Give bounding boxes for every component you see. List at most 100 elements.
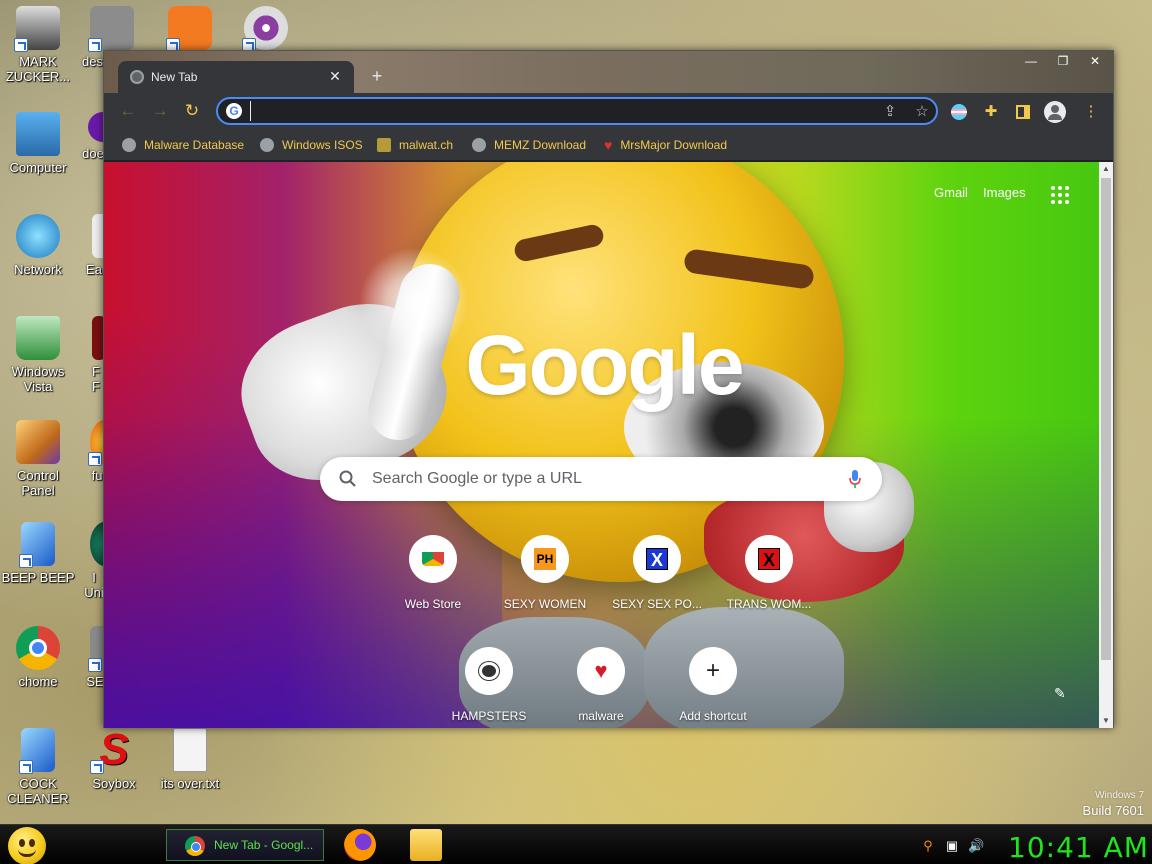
se-shortcut-icon (88, 626, 104, 672)
recycle-bin-icon (16, 316, 60, 360)
tab-close-button[interactable]: ✕ (326, 67, 344, 85)
tab-new-tab[interactable]: New Tab ✕ (118, 61, 354, 93)
bookmark-malwatch[interactable]: malwat.ch (377, 137, 453, 153)
customize-pencil-icon[interactable]: ✎ (1054, 685, 1070, 701)
search-icon (339, 470, 356, 487)
shortcut-sexy-women[interactable]: PH SEXY WOMEN (489, 535, 601, 611)
bookmarks-bar: Malware Database Windows ISOS malwat.ch … (104, 129, 1113, 161)
globe-icon (122, 138, 136, 152)
desktop-icon-network[interactable]: Network (0, 214, 76, 277)
address-bar[interactable]: G ⇪ ☆ (216, 97, 938, 125)
share-icon[interactable]: ⇪ (880, 102, 900, 122)
google-apps-icon[interactable] (1051, 186, 1069, 204)
desktop-icon-ea[interactable]: Ea (74, 214, 104, 277)
control-panel-icon (16, 420, 60, 464)
gmail-link[interactable]: Gmail (934, 185, 968, 200)
extensions-puzzle-icon[interactable]: ✚ (980, 101, 1002, 123)
desktop-icon-xampp[interactable] (152, 6, 228, 54)
tray-search-icon[interactable]: ⚲ (920, 838, 936, 854)
x-site-icon-blue: X (633, 535, 681, 583)
windows-build-watermark: Windows 7 Build 7601 (1082, 790, 1144, 818)
taskbar: New Tab - Googl... ⚲ ▣ 🔊 10:41 AM (0, 824, 1152, 864)
desktop-icon-computer[interactable]: Computer (0, 112, 76, 175)
desktop-icon-fu[interactable]: fu (74, 420, 104, 483)
desktop-icon-windows-vista[interactable]: Windows Vista (0, 316, 76, 394)
google-g-icon: G (226, 103, 242, 119)
network-icon (16, 214, 60, 258)
scroll-thumb[interactable] (1101, 178, 1111, 660)
forward-button[interactable]: → (148, 100, 172, 122)
bookmark-mrsmajor-download[interactable]: ♥ MrsMajor Download (604, 137, 727, 153)
desktop-icon-beep-beep[interactable]: BEEP BEEP (0, 522, 76, 585)
title-bar[interactable]: New Tab ✕ + — ❐ ✕ (104, 51, 1113, 93)
desktop-icon-soybox[interactable]: S Soybox (76, 728, 152, 791)
side-panel-icon[interactable] (1012, 101, 1034, 123)
shortcut-web-store[interactable]: Web Store (377, 535, 489, 611)
profile-avatar-icon[interactable] (1044, 101, 1066, 123)
ph-site-icon: PH (521, 535, 569, 583)
cleaner-icon (19, 728, 55, 774)
x-site-icon-red: X (745, 535, 793, 583)
desktop-icon-mark-zuckerberg[interactable]: MARK ZUCKER... (0, 6, 76, 84)
tray-volume-icon[interactable]: 🔊 (968, 838, 984, 854)
shortcut-add[interactable]: + Add shortcut (657, 647, 769, 723)
desktop-icon-uni[interactable]: I Uni (74, 522, 104, 600)
back-button[interactable]: ← (116, 100, 140, 122)
microphone-icon[interactable] (848, 469, 862, 489)
shortcut-sexy-sex-po[interactable]: X SEXY SEX PO... (601, 535, 713, 611)
tray-network-icon[interactable]: ▣ (944, 838, 960, 854)
close-window-button[interactable]: ✕ (1080, 53, 1110, 69)
globe-icon (472, 138, 486, 152)
start-button-smiley-icon[interactable] (8, 827, 46, 864)
smiley-glow (359, 247, 469, 357)
uni-shortcut-icon (90, 522, 104, 566)
doe-shortcut-icon (88, 112, 104, 142)
desktop-shortcut-icon (88, 6, 134, 52)
taskbar-clock[interactable]: 10:41 AM (1008, 831, 1149, 864)
mark-zuckerberg-shortcut-icon (14, 6, 60, 52)
page-scrollbar[interactable]: ▲ ▼ (1099, 162, 1113, 728)
bookmark-malware-database[interactable]: Malware Database (122, 137, 244, 153)
taskbar-folder-icon[interactable] (410, 829, 442, 861)
menu-kebab-icon[interactable]: ⋮ (1080, 101, 1102, 123)
extension-flag-icon[interactable] (948, 101, 970, 123)
bookmark-windows-isos[interactable]: Windows ISOS (260, 137, 363, 153)
text-file-icon (173, 728, 207, 772)
search-box[interactable] (320, 457, 882, 501)
heart-icon: ♥ (604, 137, 613, 153)
hamster-icon (465, 647, 513, 695)
soybox-icon: S (90, 728, 136, 774)
desktop-icon-doe[interactable]: doe (74, 112, 104, 161)
address-input[interactable] (250, 101, 850, 121)
xampp-icon (166, 6, 212, 52)
search-input[interactable] (372, 468, 832, 490)
browser-window: New Tab ✕ + — ❐ ✕ ← → ↻ G ⇪ ☆ ✚ ⋮ Malwar… (103, 50, 1114, 728)
desktop-icon-its-over[interactable]: its over.txt (152, 728, 228, 791)
images-link[interactable]: Images (983, 185, 1026, 200)
taskbar-firefox-icon[interactable] (344, 829, 376, 861)
desktop-icon-se[interactable]: SE (74, 626, 104, 689)
desktop-icon-disc[interactable] (228, 6, 304, 54)
disc-icon (242, 6, 288, 52)
shortcut-hampsters[interactable]: HAMPSTERS (433, 647, 545, 723)
plus-icon: + (689, 647, 737, 695)
desktop-icon-f[interactable]: F F (74, 316, 104, 394)
new-tab-button[interactable]: + (366, 65, 388, 87)
scroll-up-arrow-icon[interactable]: ▲ (1099, 162, 1113, 176)
desktop-icon-cock-cleaner[interactable]: COCK CLEANER (0, 728, 76, 806)
shortcut-malware[interactable]: ♥ malware (545, 647, 657, 723)
browser-toolbar: ← → ↻ G ⇪ ☆ ✚ ⋮ (104, 93, 1113, 129)
minimize-button[interactable]: — (1016, 53, 1046, 69)
heart-icon: ♥ (577, 647, 625, 695)
scroll-down-arrow-icon[interactable]: ▼ (1099, 714, 1113, 728)
new-tab-page: Gmail Images Google Web Store (104, 162, 1099, 728)
fu-shortcut-icon (88, 420, 104, 466)
maximize-button[interactable]: ❐ (1048, 53, 1078, 69)
taskbar-item-chrome[interactable]: New Tab - Googl... (166, 829, 324, 861)
desktop-icon-control-panel[interactable]: Control Panel (0, 420, 76, 498)
bookmark-memz-download[interactable]: MEMZ Download (472, 137, 586, 153)
desktop-icon-chome[interactable]: chome (0, 626, 76, 689)
bookmark-star-icon[interactable]: ☆ (912, 102, 932, 122)
shortcut-trans-wom[interactable]: X TRANS WOM... (713, 535, 825, 611)
reload-button[interactable]: ↻ (180, 100, 204, 122)
